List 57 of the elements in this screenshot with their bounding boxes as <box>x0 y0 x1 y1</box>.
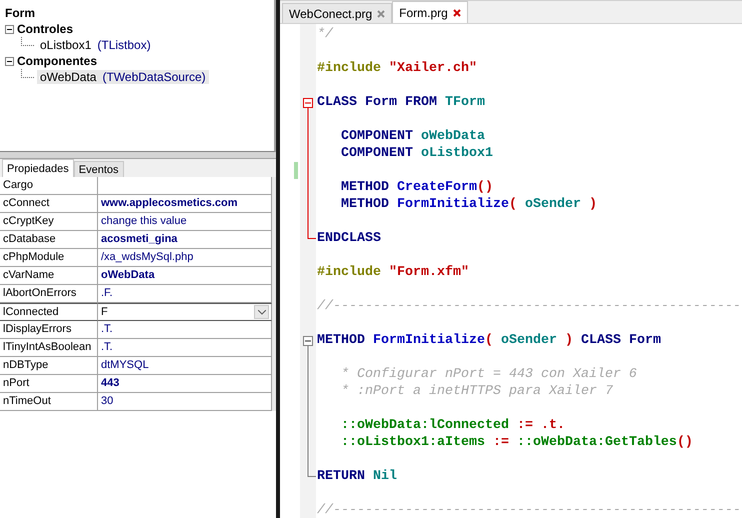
property-name[interactable]: cPhpModule <box>0 249 98 267</box>
code-line: METHOD FormInitialize( oSender ) <box>340 196 597 213</box>
code-line: #include "Form.xfm" <box>316 264 469 281</box>
property-value[interactable]: www.applecosmetics.com <box>98 195 272 213</box>
property-name[interactable]: cDatabase <box>0 231 98 249</box>
property-name[interactable]: cCryptKey <box>0 213 98 231</box>
property-value[interactable]: oWebData <box>98 267 272 285</box>
property-value[interactable] <box>98 177 272 195</box>
code-line: RETURN Nil <box>316 468 397 485</box>
code-line: #include "Xailer.ch" <box>316 60 477 77</box>
code-line: METHOD CreateForm() <box>340 179 493 196</box>
property-value[interactable]: change this value <box>98 213 272 231</box>
property-name[interactable]: Cargo <box>0 177 98 195</box>
collapse-icon[interactable] <box>5 56 14 66</box>
code-line: ::oWebData:lConnected := .t. <box>340 417 565 434</box>
close-icon[interactable] <box>377 10 386 18</box>
code-line: ENDCLASS <box>316 230 381 247</box>
code-line: COMPONENT oListbox1 <box>340 145 493 162</box>
property-name[interactable]: lAbortOnErrors <box>0 285 98 303</box>
code-line: //--------------------------------------------------- <box>316 298 741 315</box>
chevron-down-icon[interactable] <box>254 305 269 319</box>
property-value[interactable]: 443 <box>98 375 272 393</box>
property-name[interactable]: nPort <box>0 375 98 393</box>
close-icon[interactable] <box>452 8 461 16</box>
code-line: METHOD FormInitialize( oSender ) CLASS Form <box>316 332 661 349</box>
tree-item[interactable]: oWebData (TWebDataSource) <box>37 70 209 84</box>
tree-item[interactable]: oListbox1 (TListbox) <box>37 38 154 52</box>
property-value[interactable]: 30 <box>98 393 272 411</box>
tree-root[interactable]: Form <box>5 6 274 21</box>
tree-group[interactable]: Componentes <box>17 54 98 68</box>
code-line: COMPONENT oWebData <box>340 128 485 145</box>
property-name[interactable]: lConnected <box>0 303 98 321</box>
code-line: CLASS Form FROM TForm <box>316 94 485 111</box>
code-line: * Configurar nPort = 443 con Xailer 6 <box>340 366 637 383</box>
property-dropdown[interactable]: F <box>98 303 272 321</box>
code-line: //--------------------------------------------------- <box>316 502 741 518</box>
property-name[interactable]: cVarName <box>0 267 98 285</box>
property-value[interactable]: .F. <box>98 285 272 303</box>
property-name[interactable]: lTinyIntAsBoolean <box>0 339 98 357</box>
file-tab[interactable]: Form.prg <box>392 1 468 23</box>
property-value[interactable]: acosmeti_gina <box>98 231 272 249</box>
property-name[interactable]: nDBType <box>0 357 98 375</box>
property-value[interactable]: /xa_wdsMySql.php <box>98 249 272 267</box>
tree-group[interactable]: Controles <box>17 22 74 36</box>
property-name[interactable]: cConnect <box>0 195 98 213</box>
code-line: * :nPort a inetHTTPS para Xailer 7 <box>340 383 613 400</box>
inspector-tab[interactable]: Eventos <box>74 161 124 177</box>
property-value[interactable]: .T. <box>98 321 272 339</box>
property-name[interactable]: lDisplayErrors <box>0 321 98 339</box>
collapse-icon[interactable] <box>5 24 14 34</box>
file-tab[interactable]: WebConect.prg <box>282 3 392 23</box>
inspector-tab[interactable]: Propiedades <box>2 159 74 177</box>
code-line: */ <box>316 26 333 43</box>
code-line: ::oListbox1:aItems := ::oWebData:GetTables() <box>340 434 693 451</box>
property-value[interactable]: .T. <box>98 339 272 357</box>
property-name[interactable]: nTimeOut <box>0 393 98 411</box>
property-value[interactable]: dtMYSQL <box>98 357 272 375</box>
